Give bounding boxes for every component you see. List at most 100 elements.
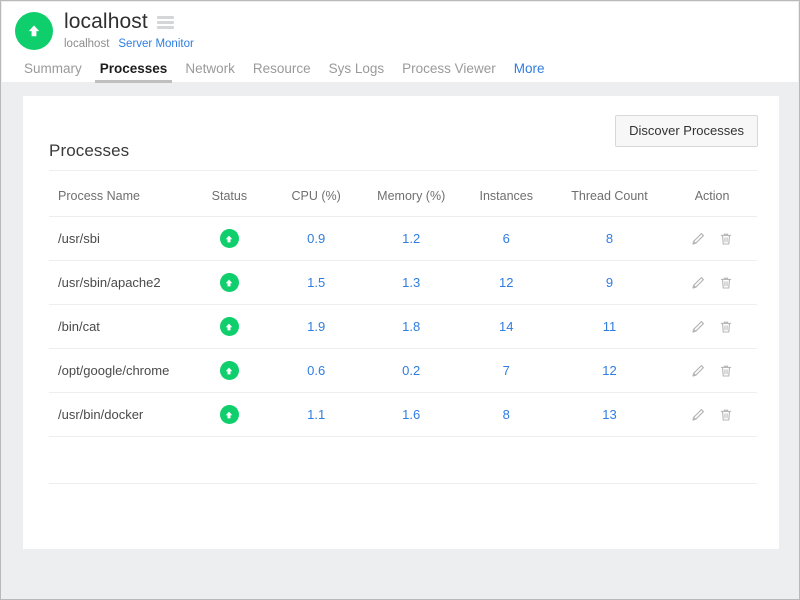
cell-status [188, 348, 271, 393]
cell-instances[interactable]: 14 [460, 304, 552, 349]
cell-cpu[interactable]: 1.9 [270, 304, 362, 349]
cell-actions [667, 348, 757, 393]
cell-status [188, 304, 271, 349]
delete-icon[interactable] [719, 408, 733, 422]
tab-network[interactable]: Network [176, 61, 244, 83]
delete-icon[interactable] [719, 364, 733, 378]
delete-icon[interactable] [719, 276, 733, 290]
cell-memory[interactable]: 1.3 [361, 260, 461, 305]
column-header-memory[interactable]: Memory (%) [361, 171, 461, 217]
row-actions [671, 232, 753, 246]
column-header-cpu[interactable]: CPU (%) [270, 171, 362, 217]
status-up-icon [219, 229, 239, 248]
section-title: Processes [49, 141, 757, 171]
status-up-icon [219, 405, 239, 424]
cell-memory[interactable]: 1.8 [361, 304, 461, 349]
table-empty-row [49, 436, 757, 484]
tab-summary[interactable]: Summary [15, 61, 91, 83]
cell-process-name: /opt/google/chrome [49, 348, 189, 393]
cell-memory[interactable]: 0.2 [361, 348, 461, 393]
cell-thread-count[interactable]: 12 [551, 348, 668, 393]
table-body: /usr/sbi 0.9 1.2 6 8/usr/sbin/apache2 1.5 1.3 1… [49, 216, 757, 484]
tab-bar: Summary Processes Network Resource Sys L… [15, 57, 553, 83]
cell-cpu[interactable]: 0.6 [270, 348, 362, 393]
cell-process-name: /usr/sbi [49, 216, 189, 261]
delete-icon[interactable] [719, 232, 733, 246]
content-card: Discover Processes Processes Process Nam… [23, 96, 779, 549]
cell-actions [667, 260, 757, 305]
brand-area: localhost localhost Server Monitor [15, 10, 194, 51]
cell-empty [49, 436, 189, 484]
tab-sys-logs[interactable]: Sys Logs [320, 61, 394, 83]
row-actions [671, 320, 753, 334]
table-head: Process Name Status CPU (%) Memory (%) I… [49, 171, 757, 217]
column-header-status[interactable]: Status [188, 171, 271, 217]
cell-thread-count[interactable]: 8 [551, 216, 668, 261]
cell-empty [460, 436, 552, 484]
status-up-icon [219, 317, 239, 336]
table-row[interactable]: /opt/google/chrome 0.6 0.2 7 12 [49, 348, 757, 393]
processes-table: Process Name Status CPU (%) Memory (%) I… [49, 171, 757, 484]
title-line: localhost [64, 10, 194, 34]
cell-process-name: /usr/bin/docker [49, 392, 189, 437]
column-header-instances[interactable]: Instances [460, 171, 552, 217]
tab-more[interactable]: More [505, 61, 554, 83]
cell-cpu[interactable]: 1.5 [270, 260, 362, 305]
column-header-action: Action [667, 171, 757, 217]
row-actions [671, 408, 753, 422]
cell-cpu[interactable]: 1.1 [270, 392, 362, 437]
cell-empty [361, 436, 461, 484]
page-title: localhost [64, 10, 148, 33]
breadcrumb-host: localhost [64, 38, 110, 50]
row-actions [671, 364, 753, 378]
table-row[interactable]: /usr/sbi 0.9 1.2 6 8 [49, 216, 757, 261]
table-row[interactable]: /usr/bin/docker 1.1 1.6 8 13 [49, 392, 757, 437]
cell-status [188, 260, 271, 305]
cell-thread-count[interactable]: 9 [551, 260, 668, 305]
green-circle-up-arrow-icon [15, 12, 53, 50]
cell-memory[interactable]: 1.2 [361, 216, 461, 261]
cell-empty [551, 436, 668, 484]
status-up-icon [219, 273, 239, 292]
tab-processes[interactable]: Processes [91, 61, 177, 83]
cell-status [188, 392, 271, 437]
hamburger-menu-icon[interactable] [156, 15, 174, 29]
edit-icon[interactable] [691, 364, 705, 378]
cell-actions [667, 392, 757, 437]
cell-cpu[interactable]: 0.9 [270, 216, 362, 261]
edit-icon[interactable] [691, 320, 705, 334]
app-window: localhost localhost Server Monitor Summar… [0, 0, 800, 600]
cell-instances[interactable]: 8 [460, 392, 552, 437]
processes-section: Processes Process Name Status CPU (%) Me… [49, 141, 757, 484]
cell-process-name: /bin/cat [49, 304, 189, 349]
edit-icon[interactable] [691, 276, 705, 290]
edit-icon[interactable] [691, 232, 705, 246]
cell-instances[interactable]: 12 [460, 260, 552, 305]
cell-process-name: /usr/sbin/apache2 [49, 260, 189, 305]
table-header-row: Process Name Status CPU (%) Memory (%) I… [49, 171, 757, 217]
column-header-thread-count[interactable]: Thread Count [551, 171, 668, 217]
breadcrumb: localhost Server Monitor [64, 37, 194, 51]
tab-process-viewer[interactable]: Process Viewer [393, 61, 505, 83]
table-row[interactable]: /usr/sbin/apache2 1.5 1.3 12 9 [49, 260, 757, 305]
brand-text: localhost localhost Server Monitor [64, 10, 194, 51]
cell-thread-count[interactable]: 11 [551, 304, 668, 349]
cell-status [188, 216, 271, 261]
cell-empty [270, 436, 362, 484]
cell-empty [667, 436, 757, 484]
breadcrumb-app-link[interactable]: Server Monitor [118, 38, 193, 50]
status-up-icon [219, 361, 239, 380]
column-header-process-name[interactable]: Process Name [49, 171, 189, 217]
app-header: localhost localhost Server Monitor Summar… [2, 2, 798, 83]
cell-instances[interactable]: 7 [460, 348, 552, 393]
table-row[interactable]: /bin/cat 1.9 1.8 14 11 [49, 304, 757, 349]
tab-resource[interactable]: Resource [244, 61, 320, 83]
cell-instances[interactable]: 6 [460, 216, 552, 261]
cell-empty [188, 436, 271, 484]
cell-thread-count[interactable]: 13 [551, 392, 668, 437]
row-actions [671, 276, 753, 290]
cell-actions [667, 304, 757, 349]
edit-icon[interactable] [691, 408, 705, 422]
cell-memory[interactable]: 1.6 [361, 392, 461, 437]
delete-icon[interactable] [719, 320, 733, 334]
